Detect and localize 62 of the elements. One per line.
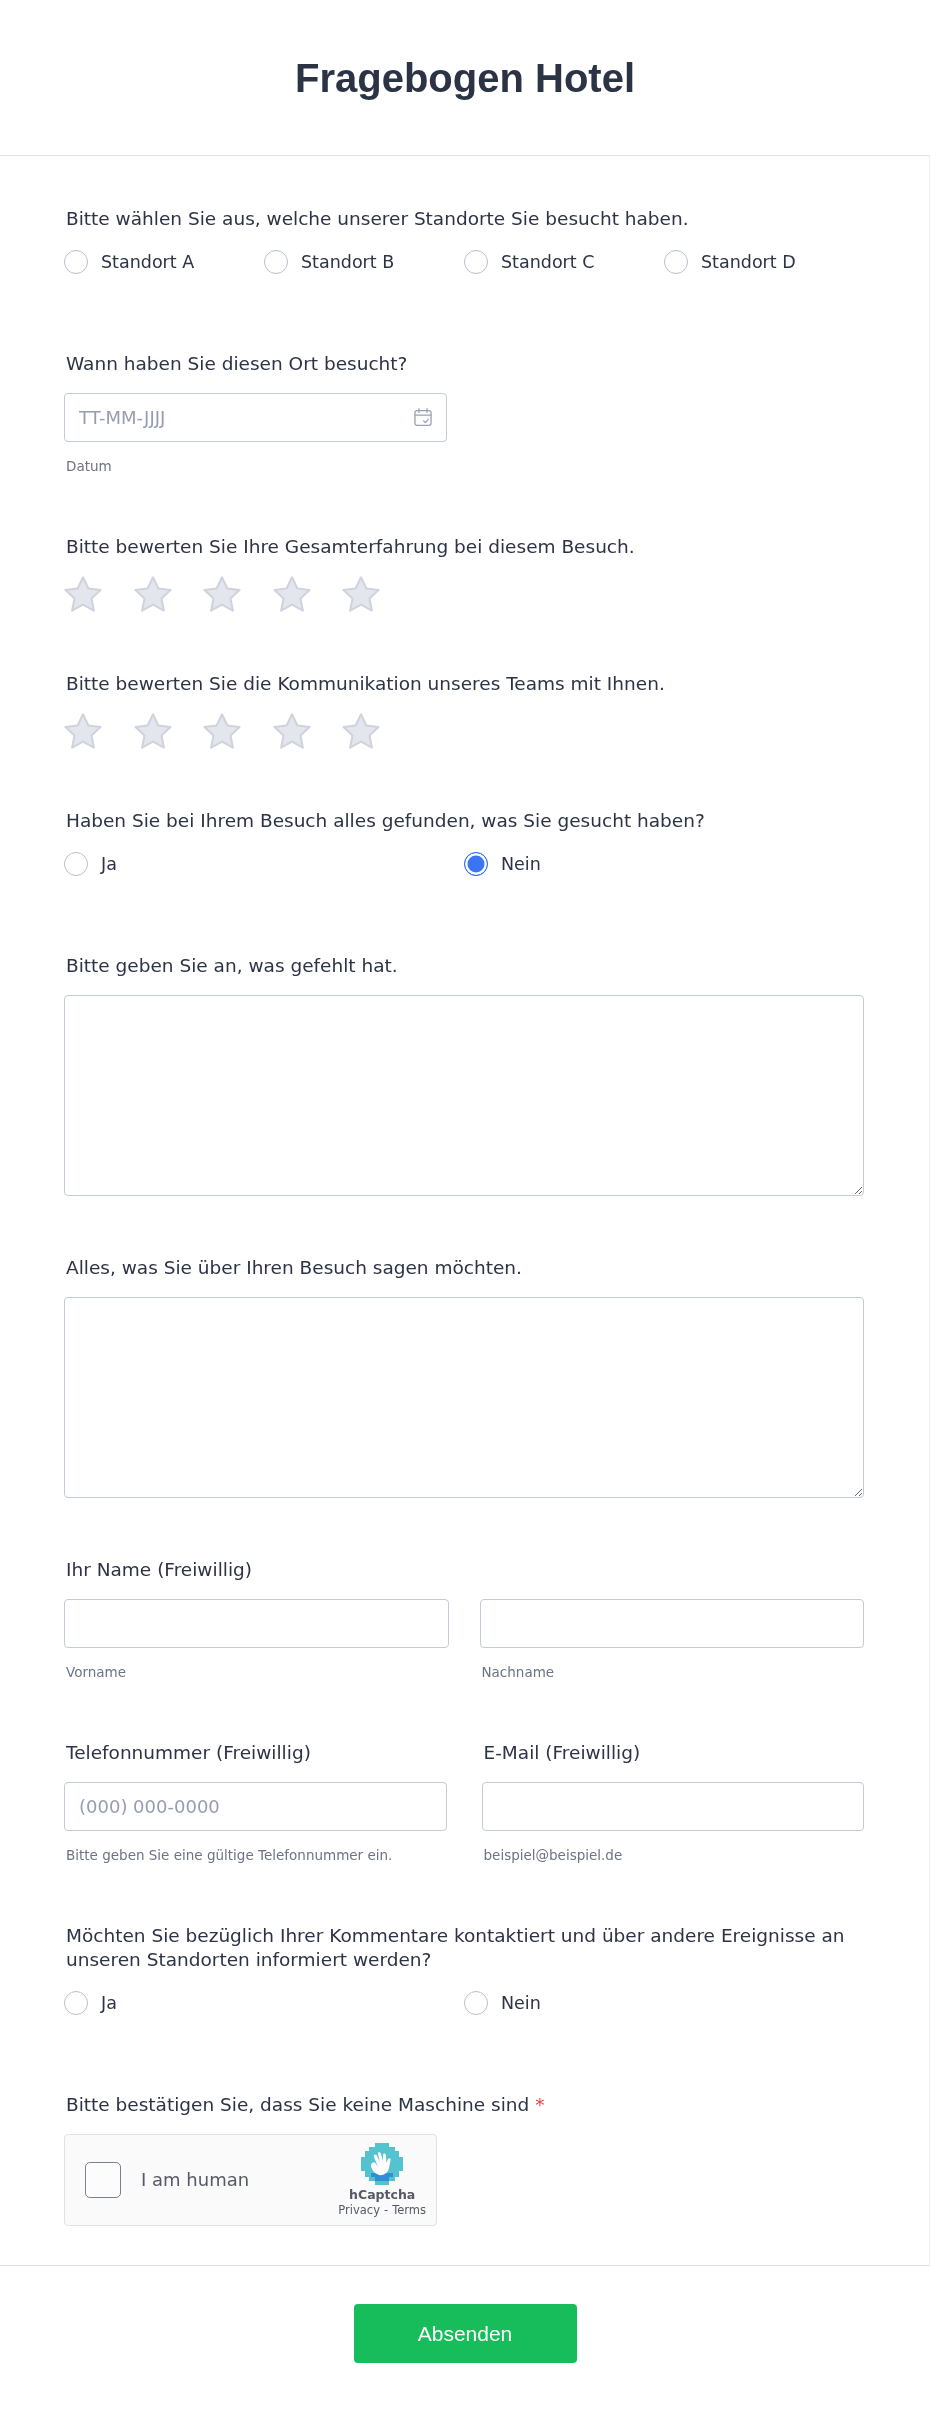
question-label: Telefonnummer (Freiwillig) [66, 1741, 311, 1765]
field-hint: Nachname [481, 1663, 555, 1681]
brand-name: hCaptcha [349, 2186, 416, 2203]
option-label: Standort D [701, 251, 796, 274]
hand-logo-icon [361, 2142, 404, 2185]
question-label: Bitte bestätigen Sie, dass Sie keine Maschine sind [66, 2093, 530, 2117]
option-label: Ja [101, 853, 117, 876]
form-title: Fragebogen Hotel [295, 54, 635, 102]
question-label: Ihr Name (Freiwillig) [66, 1558, 252, 1582]
radio-button[interactable] [64, 250, 88, 274]
captcha-link[interactable]: Terms [392, 2202, 426, 2218]
textarea-field[interactable] [64, 1297, 864, 1498]
checkbox-label: I am human [141, 2169, 250, 2191]
star-icon[interactable] [203, 713, 241, 749]
captcha-checkbox[interactable] [85, 2162, 121, 2198]
calendar-icon[interactable] [414, 408, 432, 426]
question-label: Bitte bewerten Sie Ihre Gesamterfahrung bei diesem Besuch. [66, 535, 635, 559]
star-icon[interactable] [272, 576, 311, 612]
required-asterisk: * [535, 2093, 545, 2117]
input-field[interactable] [479, 1599, 864, 1648]
star-icon[interactable] [64, 576, 102, 612]
link-separator: - [383, 2202, 389, 2218]
radio-button[interactable] [64, 1991, 88, 2015]
input-field[interactable] [481, 1782, 864, 1831]
option-label: Ja [101, 1992, 117, 2015]
question-label: Wann haben Sie diesen Ort besucht? [66, 352, 408, 376]
radio-button[interactable] [464, 852, 488, 876]
question-label: E-Mail (Freiwillig) [483, 1741, 641, 1765]
field-hint: Datum [66, 457, 112, 475]
textarea-field[interactable] [64, 995, 864, 1196]
input-field[interactable] [64, 1599, 449, 1648]
radio-button[interactable] [464, 1991, 488, 2015]
option-label: Nein [501, 853, 541, 876]
star-icon[interactable] [342, 713, 380, 749]
question-label: Haben Sie bei Ihrem Besuch alles gefunden, was Sie gesucht haben? [66, 809, 705, 833]
field-hint: beispiel@beispiel.de [483, 1846, 623, 1864]
question-label: Bitte bewerten Sie die Kommunikation unseres Teams mit Ihnen. [66, 672, 665, 696]
star-icon[interactable] [64, 713, 102, 749]
star-icon[interactable] [272, 713, 311, 749]
option-label: Standort A [101, 251, 195, 274]
star-icon[interactable] [133, 576, 172, 612]
input-field[interactable]: (000) 000-0000 [64, 1782, 447, 1831]
field-hint: Vorname [66, 1663, 127, 1681]
field-hint: Bitte geben Sie eine gültige Telefonnummer ein. [66, 1846, 393, 1864]
star-icon[interactable] [342, 576, 380, 612]
radio-button[interactable] [264, 250, 288, 274]
question-label: Möchten Sie bezüglich Ihrer Kommentare kontaktiert und über andere Ereignisse an unseren Standorten informiert werden? [66, 1924, 846, 1972]
question-label: Bitte wählen Sie aus, welche unserer Standorte Sie besucht haben. [66, 207, 689, 231]
radio-button[interactable] [664, 250, 688, 274]
question-label: Bitte geben Sie an, was gefehlt hat. [66, 954, 398, 978]
question-label: Alles, was Sie über Ihren Besuch sagen möchten. [66, 1256, 522, 1280]
star-icon[interactable] [203, 576, 241, 612]
star-icon[interactable] [133, 713, 172, 749]
radio-button[interactable] [64, 852, 88, 876]
date-field[interactable]: TT-MM-JJJJ [64, 393, 447, 442]
radio-button[interactable] [464, 250, 488, 274]
star-rating[interactable] [64, 576, 380, 612]
option-label: Nein [501, 1992, 541, 2015]
captcha-link[interactable]: Privacy [338, 2202, 380, 2218]
option-label: Standort B [301, 251, 395, 274]
star-rating[interactable] [64, 713, 380, 749]
option-label: Standort C [501, 251, 595, 274]
